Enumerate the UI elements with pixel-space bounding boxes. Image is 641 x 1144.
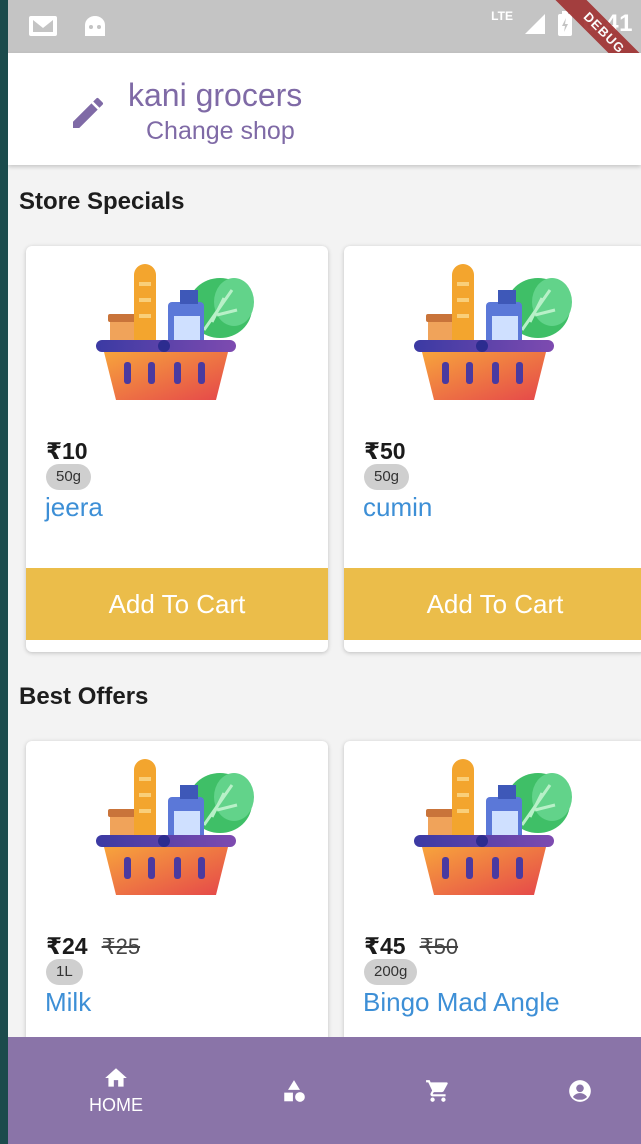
pencil-icon[interactable] <box>68 93 108 133</box>
product-name[interactable]: jeera <box>45 492 103 523</box>
quantity-badge: 200g <box>364 959 418 985</box>
shop-name: kani grocers <box>128 77 303 113</box>
product-price: ₹50 <box>364 438 406 464</box>
grocery-basket-image <box>92 755 262 905</box>
product-name[interactable]: cumin <box>363 492 432 523</box>
product-price: ₹10 <box>46 438 88 464</box>
quantity-badge: 1L <box>46 959 83 985</box>
app-bar: kani grocers Change shop <box>8 53 641 165</box>
grocery-basket-image <box>410 260 580 410</box>
original-price: ₹25 <box>101 934 141 959</box>
gmail-icon <box>29 16 57 36</box>
product-price: ₹45 <box>364 933 406 959</box>
section-title-best-offers: Best Offers <box>19 683 149 710</box>
nav-item-home[interactable]: HOME <box>68 1037 164 1144</box>
change-shop-link[interactable]: Change shop <box>146 117 295 146</box>
nav-label-home: HOME <box>89 1095 143 1115</box>
android-icon <box>85 16 105 36</box>
quantity-badge: 50g <box>46 464 92 490</box>
grocery-basket-image <box>410 755 580 905</box>
categories-icon <box>284 1079 305 1102</box>
section-title-store-specials: Store Specials <box>19 188 185 215</box>
product-name[interactable]: Bingo Mad Angle <box>363 987 560 1018</box>
network-label: LTE <box>491 9 513 23</box>
add-to-cart-button[interactable]: Add To Cart <box>26 568 328 640</box>
nav-item-account[interactable] <box>540 1037 620 1144</box>
product-card[interactable]: ₹10 50g jeera Add To Cart <box>26 246 328 652</box>
product-card[interactable]: ₹50 50g cumin Add To Cart <box>344 246 641 652</box>
product-price: ₹24 <box>46 933 88 959</box>
signal-icon <box>524 14 545 34</box>
status-bar: LTE 6:41 DEBUG <box>8 0 641 94</box>
quantity-badge: 50g <box>364 464 410 490</box>
nav-item-cart[interactable] <box>398 1037 478 1144</box>
product-name[interactable]: Milk <box>45 987 91 1018</box>
account-icon <box>569 1079 591 1102</box>
original-price: ₹50 <box>419 934 459 959</box>
app-screen: LTE 6:41 DEBUG kani grocers Change shop … <box>8 0 641 1144</box>
add-to-cart-button[interactable]: Add To Cart <box>344 568 641 640</box>
cart-icon <box>426 1079 448 1102</box>
grocery-basket-image <box>92 260 262 410</box>
nav-item-categories[interactable] <box>254 1037 334 1144</box>
bottom-navigation: HOME <box>8 1037 641 1144</box>
home-icon <box>105 1068 127 1087</box>
